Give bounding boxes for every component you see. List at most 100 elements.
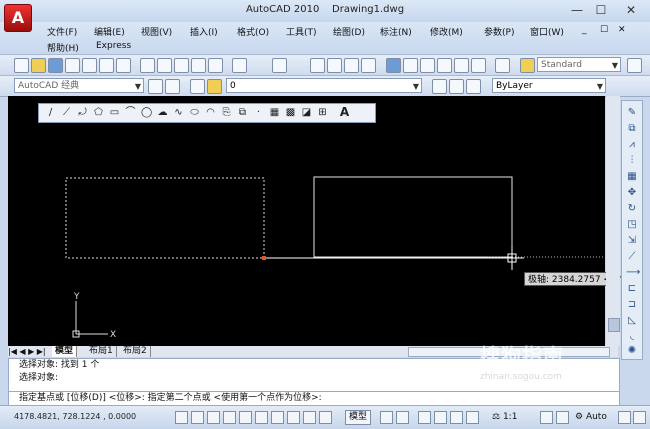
insert-block-icon[interactable]: ⎘ [221,107,232,118]
ellipse-arc-icon[interactable]: ◠ [205,107,216,118]
menu-file[interactable]: 文件(F) [47,25,77,38]
menu-express[interactable]: Express [96,41,131,51]
polyline-icon[interactable]: ⤾ [77,107,88,118]
rotate-icon[interactable]: ↻ [626,203,638,215]
make-block-icon[interactable]: ⧉ [237,107,248,118]
menu-format[interactable]: 格式(O) [237,25,269,38]
help-icon[interactable] [495,58,510,73]
spline-icon[interactable]: ∿ [173,107,184,118]
model-space-button[interactable]: 模型 [345,410,372,425]
toolbar-lock-icon[interactable] [618,411,631,424]
save-icon[interactable] [48,58,63,73]
open-icon[interactable] [31,58,46,73]
clean-screen-icon[interactable] [633,411,646,424]
polar-toggle-icon[interactable] [223,411,236,424]
markup-icon[interactable] [454,58,469,73]
tab-nav-arrows[interactable]: |◀ ◀ ▶ ▶| [8,346,48,357]
menu-tools[interactable]: 工具(T) [286,25,317,38]
layer-manager-icon[interactable] [190,79,205,94]
quick-view-layouts-icon[interactable] [380,411,393,424]
workspace-settings-icon[interactable] [148,79,163,94]
menu-modify[interactable]: 修改(M) [430,25,463,38]
pan-status-icon[interactable] [418,411,431,424]
menu-insert[interactable]: 插入(I) [190,25,218,38]
copy-icon[interactable] [157,58,172,73]
extend-icon[interactable]: ⟶ [626,267,640,279]
layer-state-icon[interactable] [207,79,222,94]
tab-model[interactable]: 模型 [52,346,78,357]
steering-wheel-icon[interactable] [450,411,463,424]
undo-icon[interactable] [232,58,247,73]
menu-edit[interactable]: 编辑(E) [94,25,125,38]
revision-cloud-icon[interactable]: ☁ [157,107,168,118]
layer-previous-icon[interactable] [449,79,464,94]
lineweight-toggle-icon[interactable] [303,411,316,424]
annotation-scale[interactable]: ⚖ 1:1 [492,412,517,422]
pan-icon[interactable] [310,58,325,73]
mirror-icon[interactable]: ⩘ [626,139,638,151]
ellipse-icon[interactable]: ⬭ [189,107,200,118]
fillet-icon[interactable]: ◟ [626,331,638,343]
sheet-set-icon[interactable] [437,58,452,73]
construction-line-icon[interactable]: ⟋ [61,107,72,118]
snap-toggle-icon[interactable] [175,411,188,424]
paste-icon[interactable] [174,58,189,73]
new-icon[interactable] [14,58,29,73]
maximize-button[interactable]: ☐ [590,2,612,18]
menu-dimension[interactable]: 标注(N) [380,25,412,38]
tool-palettes-icon[interactable] [420,58,435,73]
match-properties-icon[interactable] [191,58,206,73]
doc-close-button[interactable]: ✕ [618,25,626,35]
menu-view[interactable]: 视图(V) [141,25,172,38]
properties-icon[interactable] [386,58,401,73]
minimize-button[interactable]: — [566,2,588,18]
table-icon[interactable]: ⊞ [317,107,328,118]
quick-properties-icon[interactable] [319,411,332,424]
quick-view-drawings-icon[interactable] [396,411,409,424]
close-button[interactable]: ✕ [620,2,642,18]
annotation-visibility-icon[interactable] [540,411,553,424]
arc-icon[interactable]: ⌒ [125,107,136,118]
osnap-toggle-icon[interactable] [239,411,252,424]
stretch-icon[interactable]: ⇲ [626,235,638,247]
linetype-select[interactable]: ByLayer ▼ [492,78,606,93]
circle-icon[interactable]: ◯ [141,107,152,118]
array-icon[interactable]: ▦ [626,171,638,183]
hatch-icon[interactable]: ▦ [269,107,280,118]
drawing-canvas[interactable]: Y X [8,96,605,346]
offset-icon[interactable]: ⫶ [626,155,638,167]
grid-toggle-icon[interactable] [191,411,204,424]
doc-restore-button[interactable]: ☐ [600,25,608,35]
showmotion-icon[interactable] [466,411,479,424]
erase-icon[interactable]: ✎ [626,107,638,119]
ducs-toggle-icon[interactable] [271,411,284,424]
trim-icon[interactable]: ⟋ [626,251,638,263]
line-icon[interactable]: / [45,107,56,118]
vertical-scrollbar[interactable] [606,96,620,346]
otrack-toggle-icon[interactable] [255,411,268,424]
point-icon[interactable]: · [253,107,264,118]
layer-select[interactable]: 0 ▼ [226,78,422,93]
tab-layout1[interactable]: 布局1 [86,346,117,357]
make-current-layer-icon[interactable] [432,79,447,94]
menu-parametric[interactable]: 参数(P) [484,25,514,38]
quickcalc-icon[interactable] [471,58,486,73]
gradient-icon[interactable]: ▩ [285,107,296,118]
rectangle-icon[interactable]: ▭ [109,107,120,118]
design-center-icon[interactable] [403,58,418,73]
tab-layout2[interactable]: 布局2 [120,346,151,357]
scale-icon[interactable]: ◳ [626,219,638,231]
publish-icon[interactable] [99,58,114,73]
coordinate-readout[interactable]: 4178.4821, 728.1224 , 0.0000 [14,412,136,421]
auto-scale-icon[interactable] [556,411,569,424]
workspace-save-icon[interactable] [165,79,180,94]
layer-match-icon[interactable] [466,79,481,94]
chamfer-icon[interactable]: ◺ [626,315,638,327]
move-icon[interactable]: ✥ [626,187,638,199]
preview-icon[interactable] [82,58,97,73]
zoom-realtime-icon[interactable] [327,58,342,73]
command-input[interactable]: 指定基点或 [位移(D)] <位移>: 指定第二个点或 <使用第一个点作为位移>… [8,391,620,406]
3d-dwf-icon[interactable] [116,58,131,73]
join-icon[interactable]: ⊐ [626,299,638,311]
zoom-status-icon[interactable] [434,411,447,424]
